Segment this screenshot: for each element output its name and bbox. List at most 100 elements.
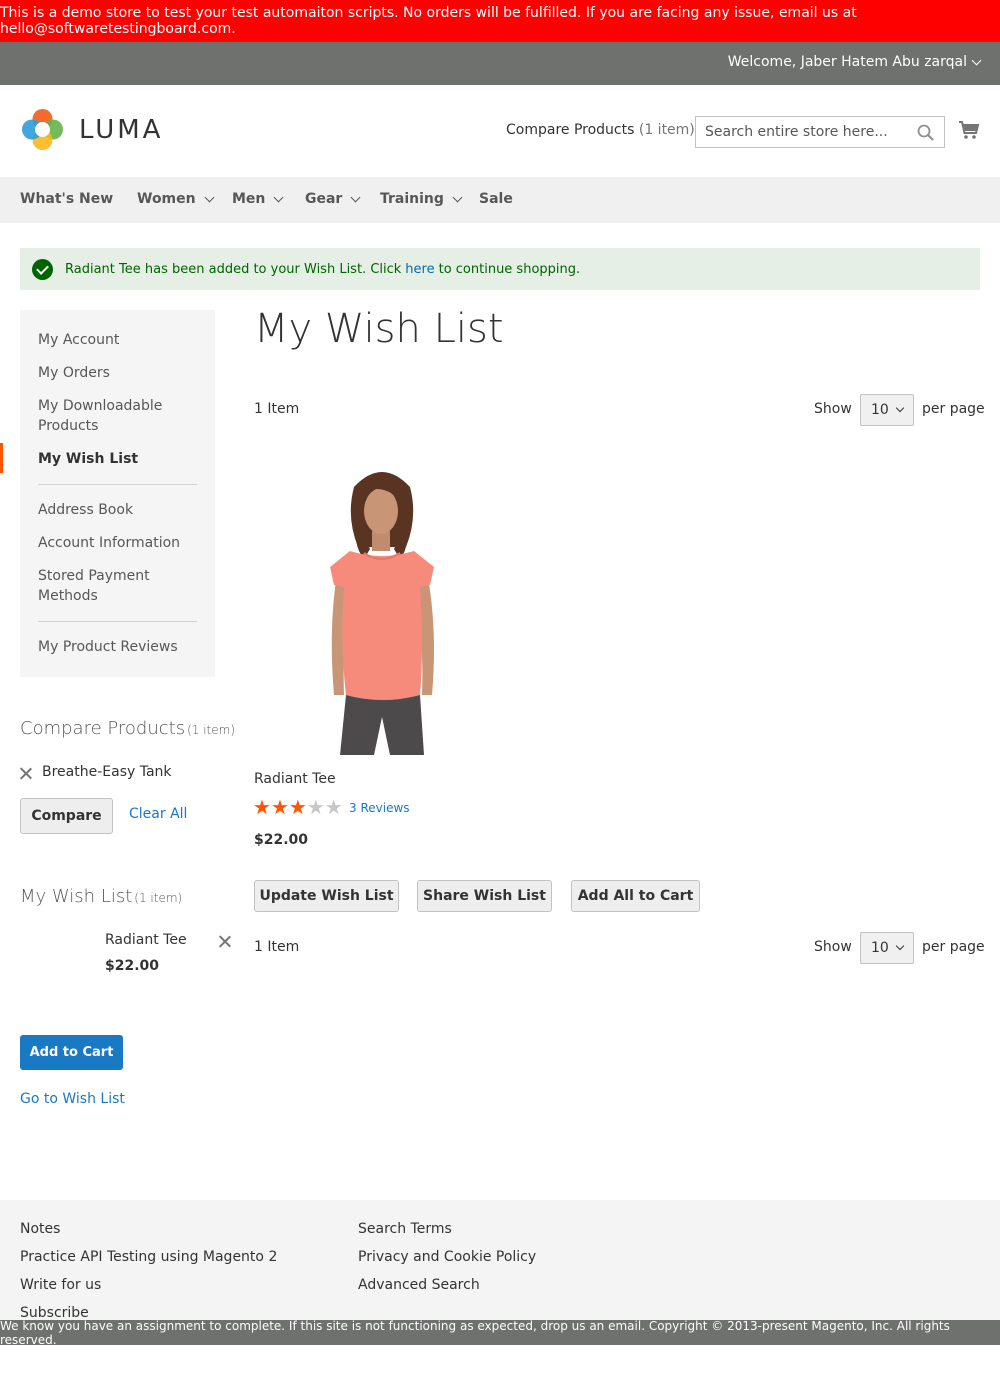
limiter-select-bottom[interactable]: 10 <box>860 932 914 964</box>
account-nav-address-book[interactable]: Address Book <box>38 500 208 520</box>
nav-item-training[interactable]: Training <box>380 191 463 207</box>
site-footer: Notes Practice API Testing using Magento… <box>0 1200 1000 1321</box>
reviews-link[interactable]: 3 Reviews <box>349 801 410 815</box>
account-nav-stored-payment-methods[interactable]: Stored Payment Methods <box>38 566 208 606</box>
clear-all-link[interactable]: Clear All <box>129 806 187 822</box>
share-wish-list-button[interactable]: Share Wish List <box>417 880 552 912</box>
copyright-text: We know you have an assignment to comple… <box>0 1318 950 1347</box>
compare-title-text: Compare Products <box>20 718 186 739</box>
continue-shopping-link[interactable]: here <box>405 262 434 277</box>
nav-label: What's New <box>20 191 114 207</box>
nav-item-whats-new[interactable]: What's New <box>20 191 113 207</box>
nav-item-gear[interactable]: Gear <box>305 191 361 207</box>
footer-link-practice-api[interactable]: Practice API Testing using Magento 2 <box>20 1249 277 1265</box>
demo-notice-text: This is a demo store to test your test a… <box>0 5 857 37</box>
main-navigation: What's New Women Men Gear Training Sale <box>0 177 1000 223</box>
star-empty-icon: ★ <box>306 795 325 819</box>
product-price: $22.00 <box>254 832 309 848</box>
limiter-value: 10 <box>871 402 889 418</box>
nav-item-men[interactable]: Men <box>232 191 284 207</box>
nav-divider <box>38 484 197 485</box>
product-name-link[interactable]: Radiant Tee <box>254 771 336 787</box>
sidebar-add-to-cart-button[interactable]: Add to Cart <box>20 1035 123 1070</box>
toolbar-amount-bottom: 1 Item <box>254 939 300 955</box>
product-rating: ★ ★ ★ ★ ★ <box>253 797 343 817</box>
update-wish-list-button[interactable]: Update Wish List <box>254 880 399 912</box>
account-nav-account-information[interactable]: Account Information <box>38 533 208 553</box>
compare-count: (1 item) <box>638 122 695 138</box>
compare-label: Compare Products <box>506 122 635 138</box>
search-icon[interactable] <box>917 124 934 141</box>
product-image[interactable] <box>254 455 509 755</box>
footer-link-advanced-search[interactable]: Advanced Search <box>358 1277 480 1293</box>
cart-icon[interactable] <box>958 119 980 141</box>
nav-label: Men <box>232 191 266 207</box>
per-page-label: per page <box>922 401 985 417</box>
wishlist-title-text: My Wish List <box>20 886 133 907</box>
nav-divider <box>38 621 197 622</box>
logo-icon <box>22 109 63 150</box>
search-box <box>695 116 945 148</box>
remove-wishlist-item-icon[interactable] <box>219 935 231 947</box>
panel-header: Welcome, Jaber Hatem Abu zarqal <box>0 42 1000 85</box>
nav-label: Women <box>137 191 196 207</box>
wishlist-block-title: My Wish List (1 item) <box>20 886 182 907</box>
footer-link-notes[interactable]: Notes <box>20 1221 60 1237</box>
copyright-bar: We know you have an assignment to comple… <box>0 1318 1000 1347</box>
account-nav-my-account[interactable]: My Account <box>38 330 208 350</box>
per-page-label-bottom: per page <box>922 939 985 955</box>
chevron-down-icon <box>273 192 284 202</box>
account-nav-my-wish-list: My Wish List <box>38 451 139 467</box>
nav-item-sale[interactable]: Sale <box>479 191 513 207</box>
message-text-after: to continue shopping. <box>438 261 581 277</box>
sidebar-wishlist-item-price: $22.00 <box>105 958 160 974</box>
checkmark-icon <box>32 259 53 280</box>
nav-label: Sale <box>479 191 513 207</box>
account-navigation: My Account My Orders My Downloadable Pro… <box>20 310 215 677</box>
compare-item-link[interactable]: Breathe-Easy Tank <box>42 764 172 780</box>
nav-label: Training <box>380 191 444 207</box>
footer-link-write-for-us[interactable]: Write for us <box>20 1277 101 1293</box>
site-header: LUMA Compare Products (1 item) <box>0 85 1000 177</box>
search-input[interactable] <box>696 117 906 147</box>
success-message: Radiant Tee has been added to your Wish … <box>20 248 980 290</box>
sidebar-wishlist-item-name[interactable]: Radiant Tee <box>105 932 187 948</box>
message-text-before: Radiant Tee has been added to your Wish … <box>65 261 402 277</box>
nav-item-women[interactable]: Women <box>137 191 215 207</box>
compare-block-title: Compare Products (1 item) <box>20 718 235 739</box>
limiter-value-bottom: 10 <box>871 940 889 956</box>
go-to-wish-list-link[interactable]: Go to Wish List <box>20 1091 125 1107</box>
header-compare-products-link[interactable]: Compare Products (1 item) <box>506 122 695 138</box>
account-nav-downloadable-products[interactable]: My Downloadable Products <box>38 396 208 436</box>
add-all-to-cart-button[interactable]: Add All to Cart <box>571 880 700 912</box>
footer-link-privacy-policy[interactable]: Privacy and Cookie Policy <box>358 1249 536 1265</box>
star-filled-icon: ★ <box>270 795 289 819</box>
page-title: My Wish List <box>254 306 504 352</box>
footer-link-search-terms[interactable]: Search Terms <box>358 1221 452 1237</box>
show-label: Show <box>814 401 852 417</box>
nav-label: Gear <box>305 191 343 207</box>
toolbar-amount: 1 Item <box>254 401 300 417</box>
chevron-down-icon <box>350 192 361 202</box>
current-item-marker <box>0 443 3 473</box>
limiter-select[interactable]: 10 <box>860 394 914 426</box>
compare-button[interactable]: Compare <box>20 798 113 834</box>
compare-block-count: (1 item) <box>187 723 236 737</box>
demo-notice-banner: This is a demo store to test your test a… <box>0 0 1000 42</box>
star-empty-icon: ★ <box>324 795 343 819</box>
chevron-down-icon <box>895 403 905 413</box>
chevron-down-icon[interactable] <box>971 55 982 65</box>
wishlist-block-count: (1 item) <box>134 891 183 905</box>
account-nav-product-reviews[interactable]: My Product Reviews <box>38 637 208 657</box>
luma-logo[interactable]: LUMA <box>20 107 163 152</box>
star-filled-icon: ★ <box>253 795 271 819</box>
star-filled-icon: ★ <box>288 795 307 819</box>
logo-text: LUMA <box>79 114 164 145</box>
chevron-down-icon <box>452 192 463 202</box>
chevron-down-icon <box>204 192 215 202</box>
show-label-bottom: Show <box>814 939 852 955</box>
remove-compare-item-icon[interactable] <box>20 767 32 779</box>
customer-welcome-menu[interactable]: Welcome, Jaber Hatem Abu zarqal <box>728 54 982 70</box>
chevron-down-icon <box>895 941 905 951</box>
account-nav-my-orders[interactable]: My Orders <box>38 363 208 383</box>
